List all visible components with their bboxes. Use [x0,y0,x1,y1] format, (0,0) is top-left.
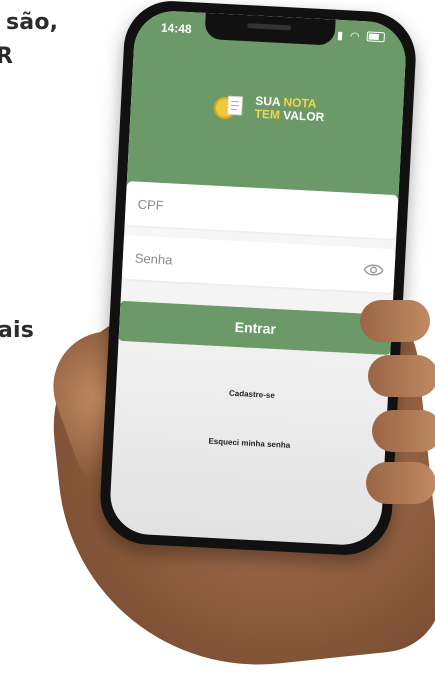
logo-word-tem: TEM [254,107,280,122]
wifi-icon: ◠ [350,30,362,43]
background-text-2: R [0,44,13,69]
finger-3 [372,410,435,452]
finger-4 [366,462,435,504]
battery-icon [367,31,385,42]
background-text-1: são, [6,10,58,35]
background-text-3: ais [0,318,34,343]
app-screen: 14:48 ▮ ◠ SUA NOTA TEM VALOR [108,9,407,547]
register-link[interactable]: Cadastre-se [116,383,388,406]
finger-2 [368,355,435,397]
password-field [122,235,396,293]
logo-wordmark: SUA NOTA TEM VALOR [254,95,325,125]
status-time: 14:48 [161,21,192,37]
forgot-password-link[interactable]: Esqueci minha senha [113,432,385,455]
app-logo: SUA NOTA TEM VALOR [210,91,325,125]
logo-word-valor: VALOR [283,108,325,124]
eye-icon[interactable] [362,259,385,280]
status-icons: ▮ ◠ [337,29,385,44]
coin-note-icon [210,91,249,121]
finger-1 [360,300,430,342]
password-input[interactable] [122,235,396,293]
entrar-button[interactable]: Entrar [119,301,393,355]
signal-icon: ▮ [337,30,346,42]
